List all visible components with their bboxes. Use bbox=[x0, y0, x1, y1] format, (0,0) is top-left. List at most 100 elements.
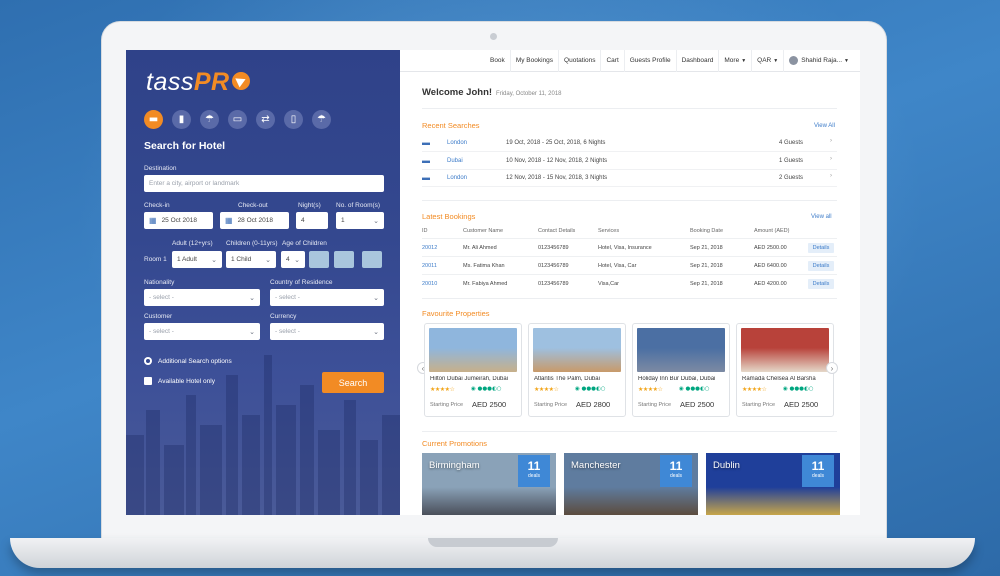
chevron-right-icon[interactable]: › bbox=[830, 173, 832, 179]
child-age-slot[interactable] bbox=[362, 251, 382, 268]
nav-item-cart[interactable]: Cart bbox=[600, 50, 623, 72]
property-name[interactable]: Holiday Inn Bur Dubai, Dubai bbox=[638, 376, 728, 382]
residence-label: Country of Residence bbox=[270, 279, 333, 286]
property-photo[interactable] bbox=[637, 328, 725, 372]
nav-item-quotations[interactable]: Quotations bbox=[558, 50, 600, 72]
visa-icon[interactable]: ▯ bbox=[284, 110, 303, 129]
recent-search-city[interactable]: London bbox=[447, 140, 467, 146]
additional-options-radio[interactable] bbox=[144, 357, 152, 365]
property-card[interactable]: Ramada Chelsea Al Barsha ★★★★☆ ◉ ●●●◐○ Star… bbox=[736, 323, 834, 417]
star-rating-icon: ★★★★☆ bbox=[742, 386, 767, 393]
child-age-select[interactable]: 4 ⌄ bbox=[281, 251, 305, 268]
chevron-down-icon: ⌄ bbox=[265, 256, 271, 264]
nights-field[interactable]: 4 bbox=[296, 212, 328, 229]
recent-search-guests: 4 Guests bbox=[779, 140, 804, 146]
bed-icon: ▬ bbox=[422, 173, 430, 182]
booking-details-button[interactable]: Details bbox=[808, 243, 834, 253]
car-icon[interactable]: ▭ bbox=[228, 110, 247, 129]
available-only-checkbox[interactable] bbox=[144, 377, 152, 385]
adult-select[interactable]: 1 Adult ⌄ bbox=[172, 251, 222, 268]
children-select[interactable]: 1 Child ⌄ bbox=[226, 251, 276, 268]
promotion-city: Birmingham bbox=[429, 460, 480, 471]
booking-name: Ms. Fatima Khan bbox=[463, 263, 505, 269]
booking-services: Visa,Car bbox=[598, 281, 619, 287]
holiday-icon[interactable]: ☂ bbox=[200, 110, 219, 129]
chevron-down-icon: ⌄ bbox=[249, 294, 255, 302]
search-button[interactable]: Search bbox=[322, 372, 384, 393]
nationality-label: Nationality bbox=[144, 279, 175, 286]
nav-item-my-bookings[interactable]: My Bookings bbox=[509, 50, 558, 72]
chevron-right-icon[interactable]: › bbox=[830, 156, 832, 162]
customer-select[interactable]: - select - ⌄ bbox=[144, 323, 260, 340]
nationality-select[interactable]: - select - ⌄ bbox=[144, 289, 260, 306]
bookings-column-header: Booking Date bbox=[690, 228, 724, 234]
booking-services: Hotel, Visa, Car bbox=[598, 263, 637, 269]
property-name[interactable]: Atlantis The Palm, Dubai bbox=[534, 376, 624, 382]
checkout-field[interactable]: ▦ 28 Oct 2018 bbox=[220, 212, 289, 229]
chevron-down-icon: ⌄ bbox=[373, 328, 379, 336]
logo-plane-icon bbox=[231, 72, 250, 91]
tasspro-logo[interactable]: tassPR bbox=[146, 68, 250, 96]
caret-down-icon: ▼ bbox=[741, 57, 747, 64]
checkin-label: Check-in bbox=[144, 202, 170, 209]
carousel-next-button[interactable]: › bbox=[826, 362, 838, 374]
promotion-card[interactable]: Manchester 11 deals bbox=[564, 453, 698, 515]
property-name[interactable]: Ramada Chelsea Al Barsha bbox=[742, 376, 832, 382]
chevron-down-icon: ⌄ bbox=[373, 294, 379, 302]
hotel-icon[interactable]: ▬ bbox=[144, 110, 163, 129]
insurance-icon[interactable]: ☂ bbox=[312, 110, 331, 129]
property-card[interactable]: Atlantis The Palm, Dubai ★★★★☆ ◉ ●●●◐○ Star… bbox=[528, 323, 626, 417]
currency-label: Currency bbox=[270, 313, 297, 320]
recent-search-city[interactable]: Dubai bbox=[447, 158, 463, 164]
divider bbox=[422, 200, 837, 201]
nav-more[interactable]: More ▼ bbox=[718, 50, 751, 72]
residence-select[interactable]: - select - ⌄ bbox=[270, 289, 384, 306]
nav-item-guests-profile[interactable]: Guests Profile bbox=[623, 50, 676, 72]
tripadvisor-rating-icon: ◉ ●●●◐○ bbox=[471, 386, 502, 392]
service-tabs: ▬ ▮ ☂ ▭ ⇄ ▯ ☂ bbox=[144, 110, 331, 129]
nav-item-dashboard[interactable]: Dashboard bbox=[675, 50, 719, 72]
transfer-icon[interactable]: ⇄ bbox=[256, 110, 275, 129]
recent-searches-view-all[interactable]: View All bbox=[814, 123, 835, 129]
property-card[interactable]: Hilton Dubai Jumeirah, Dubai ★★★★☆ ◉ ●●●◐○… bbox=[424, 323, 522, 417]
booking-details-button[interactable]: Details bbox=[808, 279, 834, 289]
nav-item-book[interactable]: Book bbox=[485, 50, 510, 72]
property-card[interactable]: Holiday Inn Bur Dubai, Dubai ★★★★☆ ◉ ●●●◐○… bbox=[632, 323, 730, 417]
recent-search-city[interactable]: London bbox=[447, 175, 467, 181]
tripadvisor-rating-icon: ◉ ●●●◐○ bbox=[783, 386, 814, 392]
booking-id[interactable]: 20010 bbox=[422, 281, 437, 287]
recent-search-row[interactable]: ▬ London 19 Oct, 2018 - 25 Oct, 2018, 6 Ni… bbox=[422, 135, 837, 152]
flight-icon[interactable]: ▮ bbox=[172, 110, 191, 129]
recent-search-guests: 2 Guests bbox=[779, 175, 804, 181]
rooms-select[interactable]: 1 ⌄ bbox=[336, 212, 384, 229]
booking-id[interactable]: 20012 bbox=[422, 245, 437, 251]
latest-bookings-view-all[interactable]: View all bbox=[811, 214, 832, 220]
checkin-field[interactable]: ▦ 25 Oct 2018 bbox=[144, 212, 213, 229]
property-photo[interactable] bbox=[533, 328, 621, 372]
child-age-slot[interactable] bbox=[334, 251, 354, 268]
starting-price-label: Starting Price bbox=[638, 402, 672, 408]
currency-select[interactable]: - select - ⌄ bbox=[270, 323, 384, 340]
booking-services: Hotel, Visa, Insurance bbox=[598, 245, 652, 251]
booking-contact: 0123456789 bbox=[538, 263, 569, 269]
chevron-right-icon[interactable]: › bbox=[830, 138, 832, 144]
booking-amount: AED 4200.00 bbox=[754, 281, 787, 287]
deals-unit: deals bbox=[528, 473, 540, 479]
property-name[interactable]: Hilton Dubai Jumeirah, Dubai bbox=[430, 376, 520, 382]
property-photo[interactable] bbox=[741, 328, 829, 372]
booking-details-button[interactable]: Details bbox=[808, 261, 834, 271]
child-age-slot[interactable] bbox=[309, 251, 329, 268]
nav-user-menu[interactable]: Shahid Raja... ▼ bbox=[783, 50, 854, 72]
chevron-down-icon: ⌄ bbox=[294, 256, 300, 264]
recent-search-row[interactable]: ▬ Dubai 10 Nov, 2018 - 12 Nov, 2018, 2 Nig… bbox=[422, 153, 837, 170]
booking-id[interactable]: 20011 bbox=[422, 263, 437, 269]
booking-contact: 0123456789 bbox=[538, 245, 569, 251]
recent-search-row[interactable]: ▬ London 12 Nov, 2018 - 15 Nov, 2018, 3 Ni… bbox=[422, 170, 837, 187]
promotion-card[interactable]: Birmingham 11 deals bbox=[422, 453, 556, 515]
booking-amount: AED 6400.00 bbox=[754, 263, 787, 269]
checkout-label: Check-out bbox=[238, 202, 268, 209]
promotion-card[interactable]: Dublin 11 deals bbox=[706, 453, 840, 515]
nav-currency[interactable]: QAR ▼ bbox=[751, 50, 783, 72]
property-photo[interactable] bbox=[429, 328, 517, 372]
destination-input[interactable]: Enter a city, airport or landmark bbox=[144, 175, 384, 192]
